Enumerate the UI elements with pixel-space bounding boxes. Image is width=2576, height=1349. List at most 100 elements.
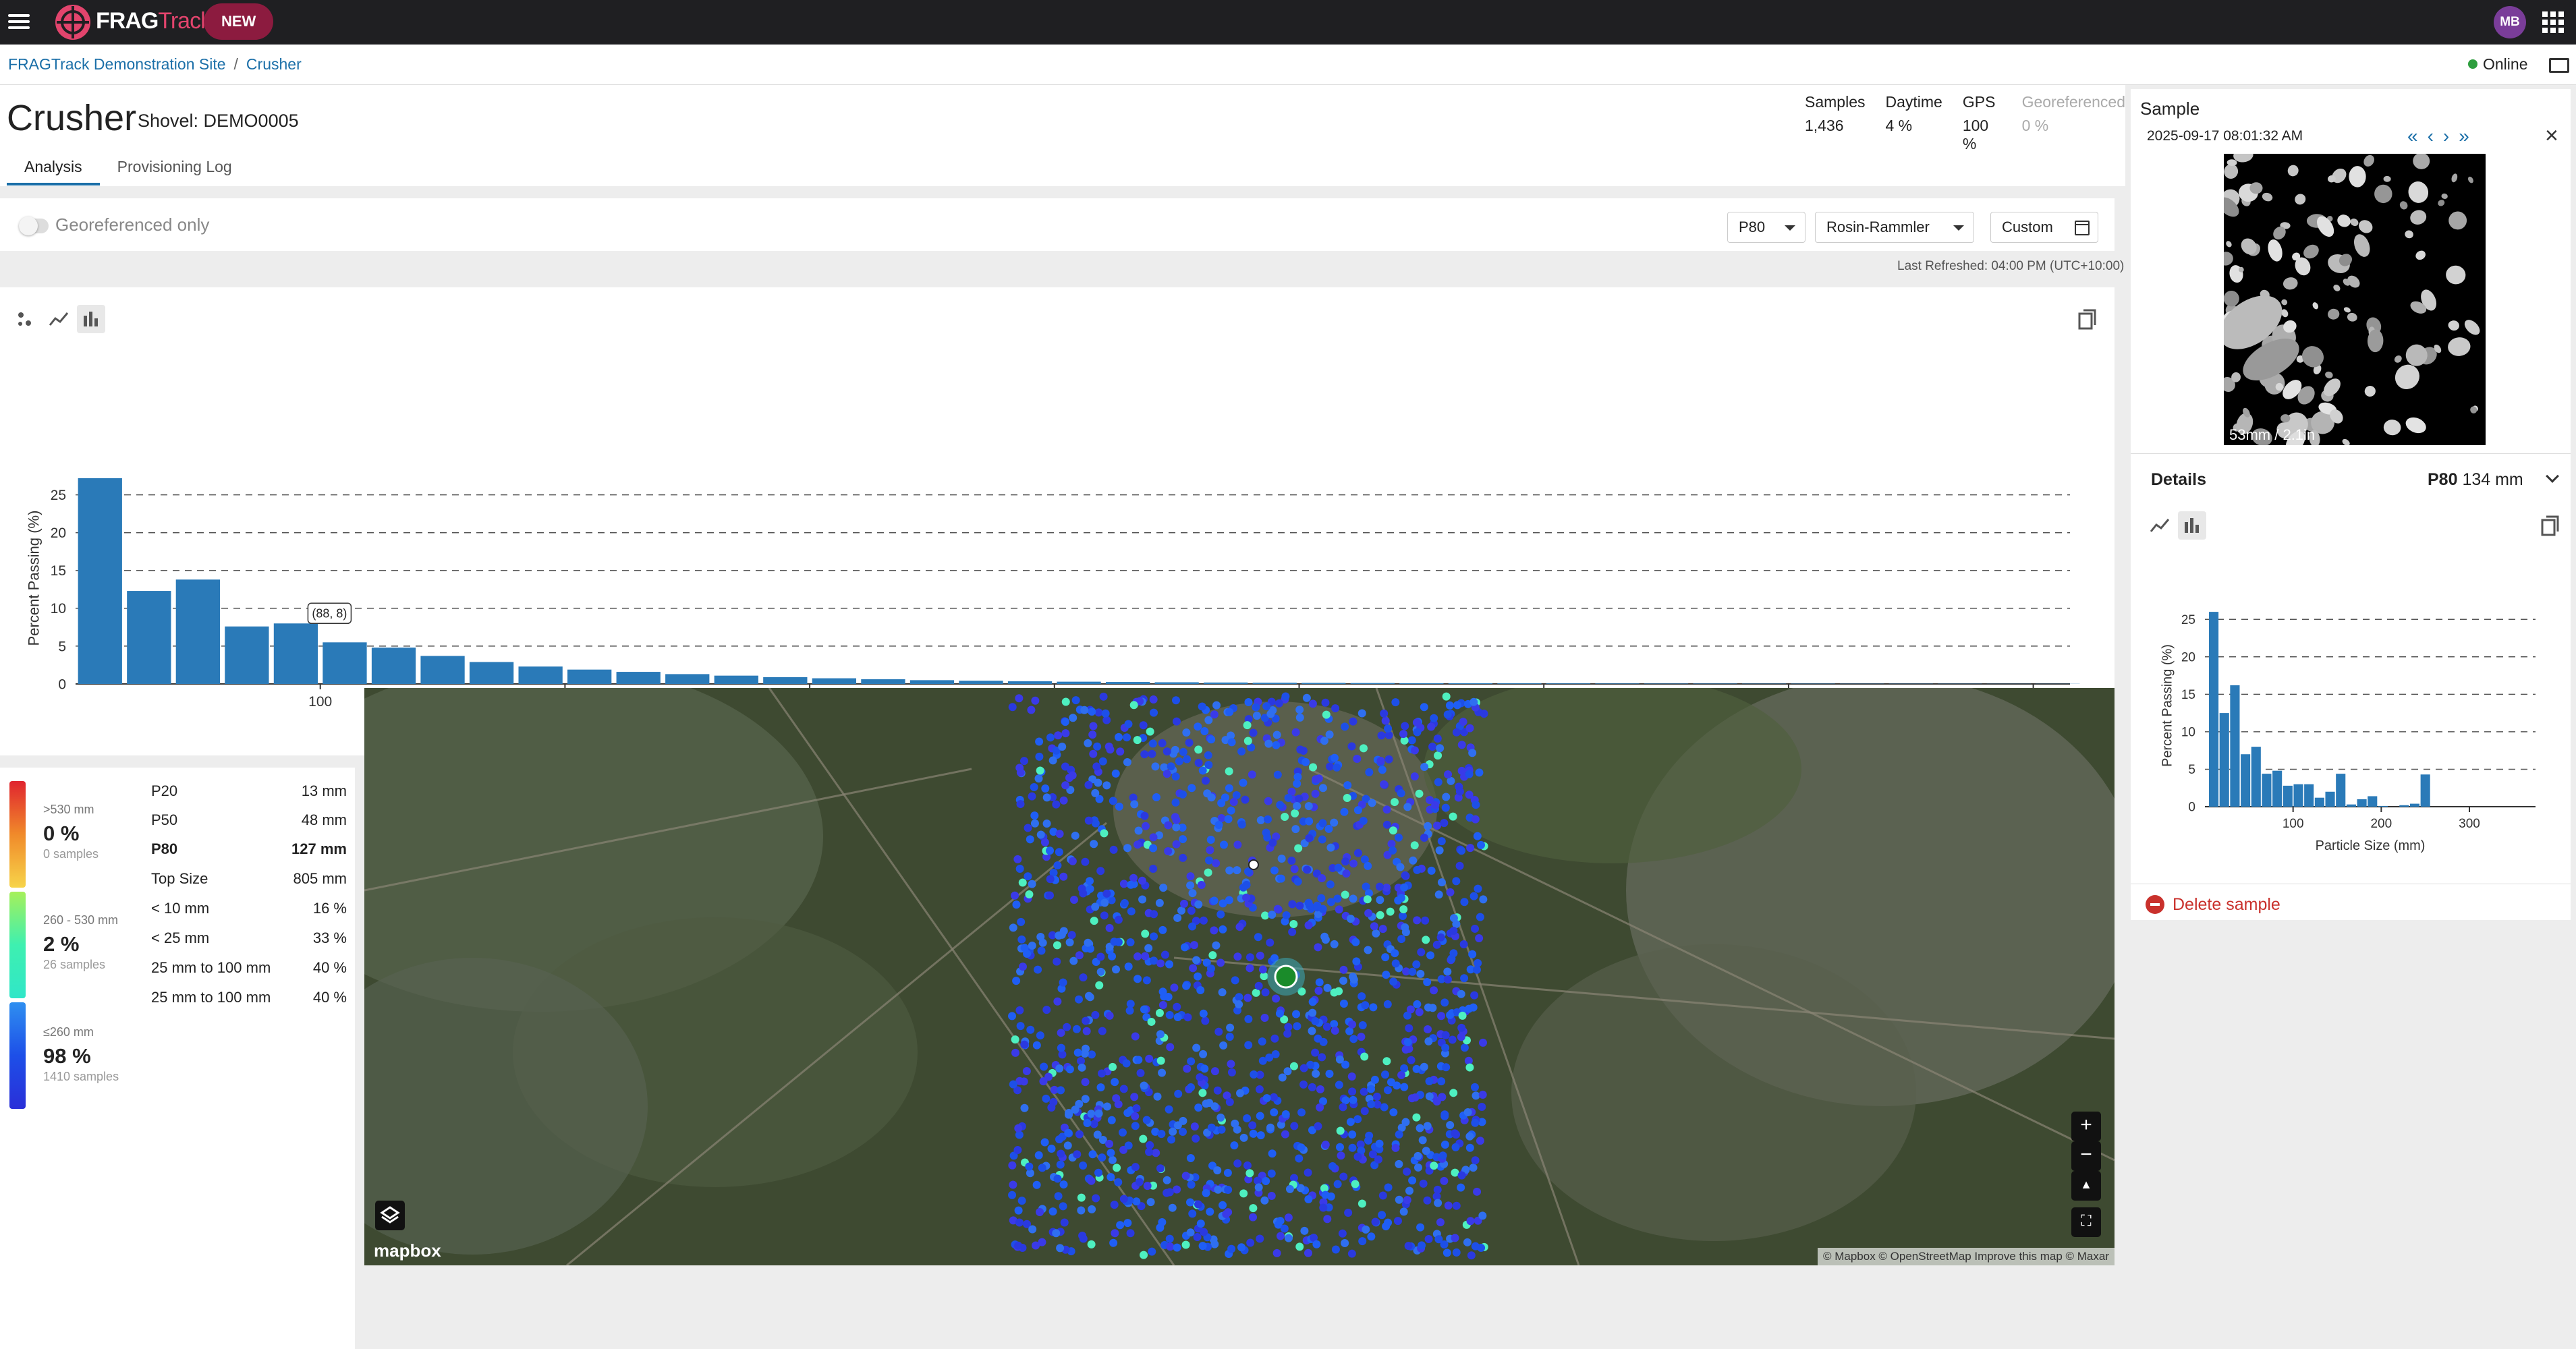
sample-point	[1459, 718, 1467, 726]
sample-point	[1245, 1169, 1254, 1177]
bar	[127, 591, 171, 684]
user-avatar[interactable]: MB	[2494, 6, 2526, 38]
layers-icon[interactable]	[375, 1201, 405, 1230]
sample-point	[1451, 1129, 1459, 1137]
model-select[interactable]: Rosin-Rammler	[1815, 212, 1974, 243]
sample-point	[1124, 720, 1132, 728]
metric-select[interactable]: P80	[1727, 212, 1805, 243]
close-icon[interactable]: ×	[2545, 123, 2558, 149]
map-terrain-patch	[1511, 944, 1916, 1241]
sample-image[interactable]: 53mm / 2.1in	[2224, 154, 2486, 445]
sample-point	[1225, 708, 1233, 716]
last-sample-icon[interactable]: »	[2459, 125, 2479, 146]
sample-point	[1348, 1021, 1356, 1029]
first-sample-icon[interactable]: «	[2407, 125, 2428, 146]
sample-point	[1403, 1196, 1411, 1204]
bar	[2272, 771, 2282, 807]
bar	[2410, 804, 2419, 807]
compass-icon[interactable]: ▲	[2071, 1171, 2101, 1201]
sample-point	[1167, 1135, 1175, 1143]
sample-point	[1046, 846, 1054, 855]
sample-point	[1246, 953, 1254, 961]
sample-point	[1112, 965, 1120, 973]
sample-point	[1233, 952, 1241, 960]
georeferenced-toggle[interactable]	[19, 219, 49, 233]
sample-point	[1100, 829, 1108, 837]
sample-point	[1197, 1219, 1205, 1228]
sample-point	[1440, 819, 1448, 827]
sample-point	[1294, 844, 1302, 853]
sample-point	[1011, 1049, 1019, 1057]
sample-point	[1476, 913, 1484, 921]
sample-point	[1261, 1014, 1269, 1022]
sample-point	[1166, 1188, 1174, 1197]
sample-point	[1244, 1015, 1252, 1023]
sample-point	[1364, 946, 1372, 954]
sample-point	[1326, 880, 1335, 888]
new-badge[interactable]: NEW	[204, 3, 273, 40]
sample-point	[1372, 929, 1380, 938]
sample-point	[1466, 724, 1474, 733]
rock-fragment	[2406, 179, 2430, 205]
remove-icon	[2146, 895, 2164, 914]
sample-point	[1143, 1116, 1151, 1124]
sample-point	[1335, 1081, 1343, 1089]
sample-point	[1231, 976, 1239, 984]
rock-fragment	[2441, 193, 2448, 200]
book-map-icon[interactable]	[2549, 58, 2569, 73]
sample-point	[1195, 759, 1203, 767]
map-canvas[interactable]	[364, 688, 2115, 1265]
bar-chart-icon[interactable]	[2178, 511, 2206, 540]
sample-point	[1156, 1164, 1165, 1172]
mapbox-logo[interactable]: mapbox	[374, 1240, 441, 1261]
copy-icon[interactable]	[2541, 515, 2560, 537]
sample-point	[1127, 1229, 1135, 1237]
sample-point	[1364, 862, 1372, 870]
sample-point	[1140, 750, 1148, 758]
tab-provisioning-log[interactable]: Provisioning Log	[100, 151, 250, 183]
particle-size-bar-chart: 0510152025100200300400500600700800Partic…	[0, 287, 2115, 755]
bar	[225, 627, 269, 684]
delete-sample-button[interactable]: Delete sample	[2131, 884, 2571, 920]
prev-sample-icon[interactable]: ‹	[2428, 125, 2443, 146]
chevron-down-icon[interactable]	[2546, 469, 2559, 483]
sample-point	[1186, 882, 1194, 890]
details-p80: P80 134 mm	[2428, 470, 2523, 490]
sample-point	[1084, 781, 1092, 789]
sample-point	[1465, 791, 1474, 799]
hamburger-menu-icon[interactable]	[8, 11, 30, 34]
apps-grid-icon[interactable]	[2542, 11, 2564, 33]
sample-point	[1273, 731, 1281, 739]
date-range-select[interactable]: Custom	[1990, 212, 2098, 243]
sample-point	[1061, 729, 1069, 737]
sample-point	[1393, 1081, 1401, 1089]
sample-point	[1440, 1177, 1448, 1185]
sample-point	[1254, 933, 1262, 941]
sample-point	[1094, 1169, 1102, 1177]
fullscreen-icon[interactable]: ⛶	[2071, 1207, 2101, 1237]
sample-point	[1156, 899, 1164, 907]
sample-point	[1362, 1226, 1370, 1234]
zoom-in-button[interactable]: +	[2071, 1112, 2101, 1141]
breadcrumb-current-link[interactable]: Crusher	[246, 55, 302, 73]
sample-point	[1187, 1083, 1195, 1091]
sample-point	[1295, 795, 1303, 803]
next-sample-icon[interactable]: ›	[2443, 125, 2459, 146]
map-attribution[interactable]: © Mapbox © OpenStreetMap Improve this ma…	[1818, 1248, 2115, 1265]
sample-point	[1130, 800, 1138, 808]
sample-point	[1457, 990, 1465, 998]
sample-point	[1046, 875, 1055, 883]
details-header[interactable]: Details P80 134 mm	[2131, 453, 2571, 507]
sample-point	[1466, 1144, 1474, 1152]
breadcrumb-site-link[interactable]: FRAGTrack Demonstration Site	[8, 55, 226, 73]
sample-point	[1331, 704, 1339, 712]
sample-point	[1434, 1186, 1442, 1194]
zoom-out-button[interactable]: −	[2071, 1141, 2101, 1171]
satellite-map[interactable]: + − ▲ ⛶ mapbox © Mapbox © OpenStreetMap …	[364, 688, 2115, 1265]
line-chart-icon[interactable]	[2146, 511, 2174, 540]
sample-point	[1057, 1086, 1065, 1094]
brand-name[interactable]: FRAGTrack	[96, 8, 211, 34]
tab-analysis[interactable]: Analysis	[7, 151, 100, 185]
sample-point	[1227, 1245, 1235, 1253]
rock-fragment	[2287, 164, 2300, 178]
